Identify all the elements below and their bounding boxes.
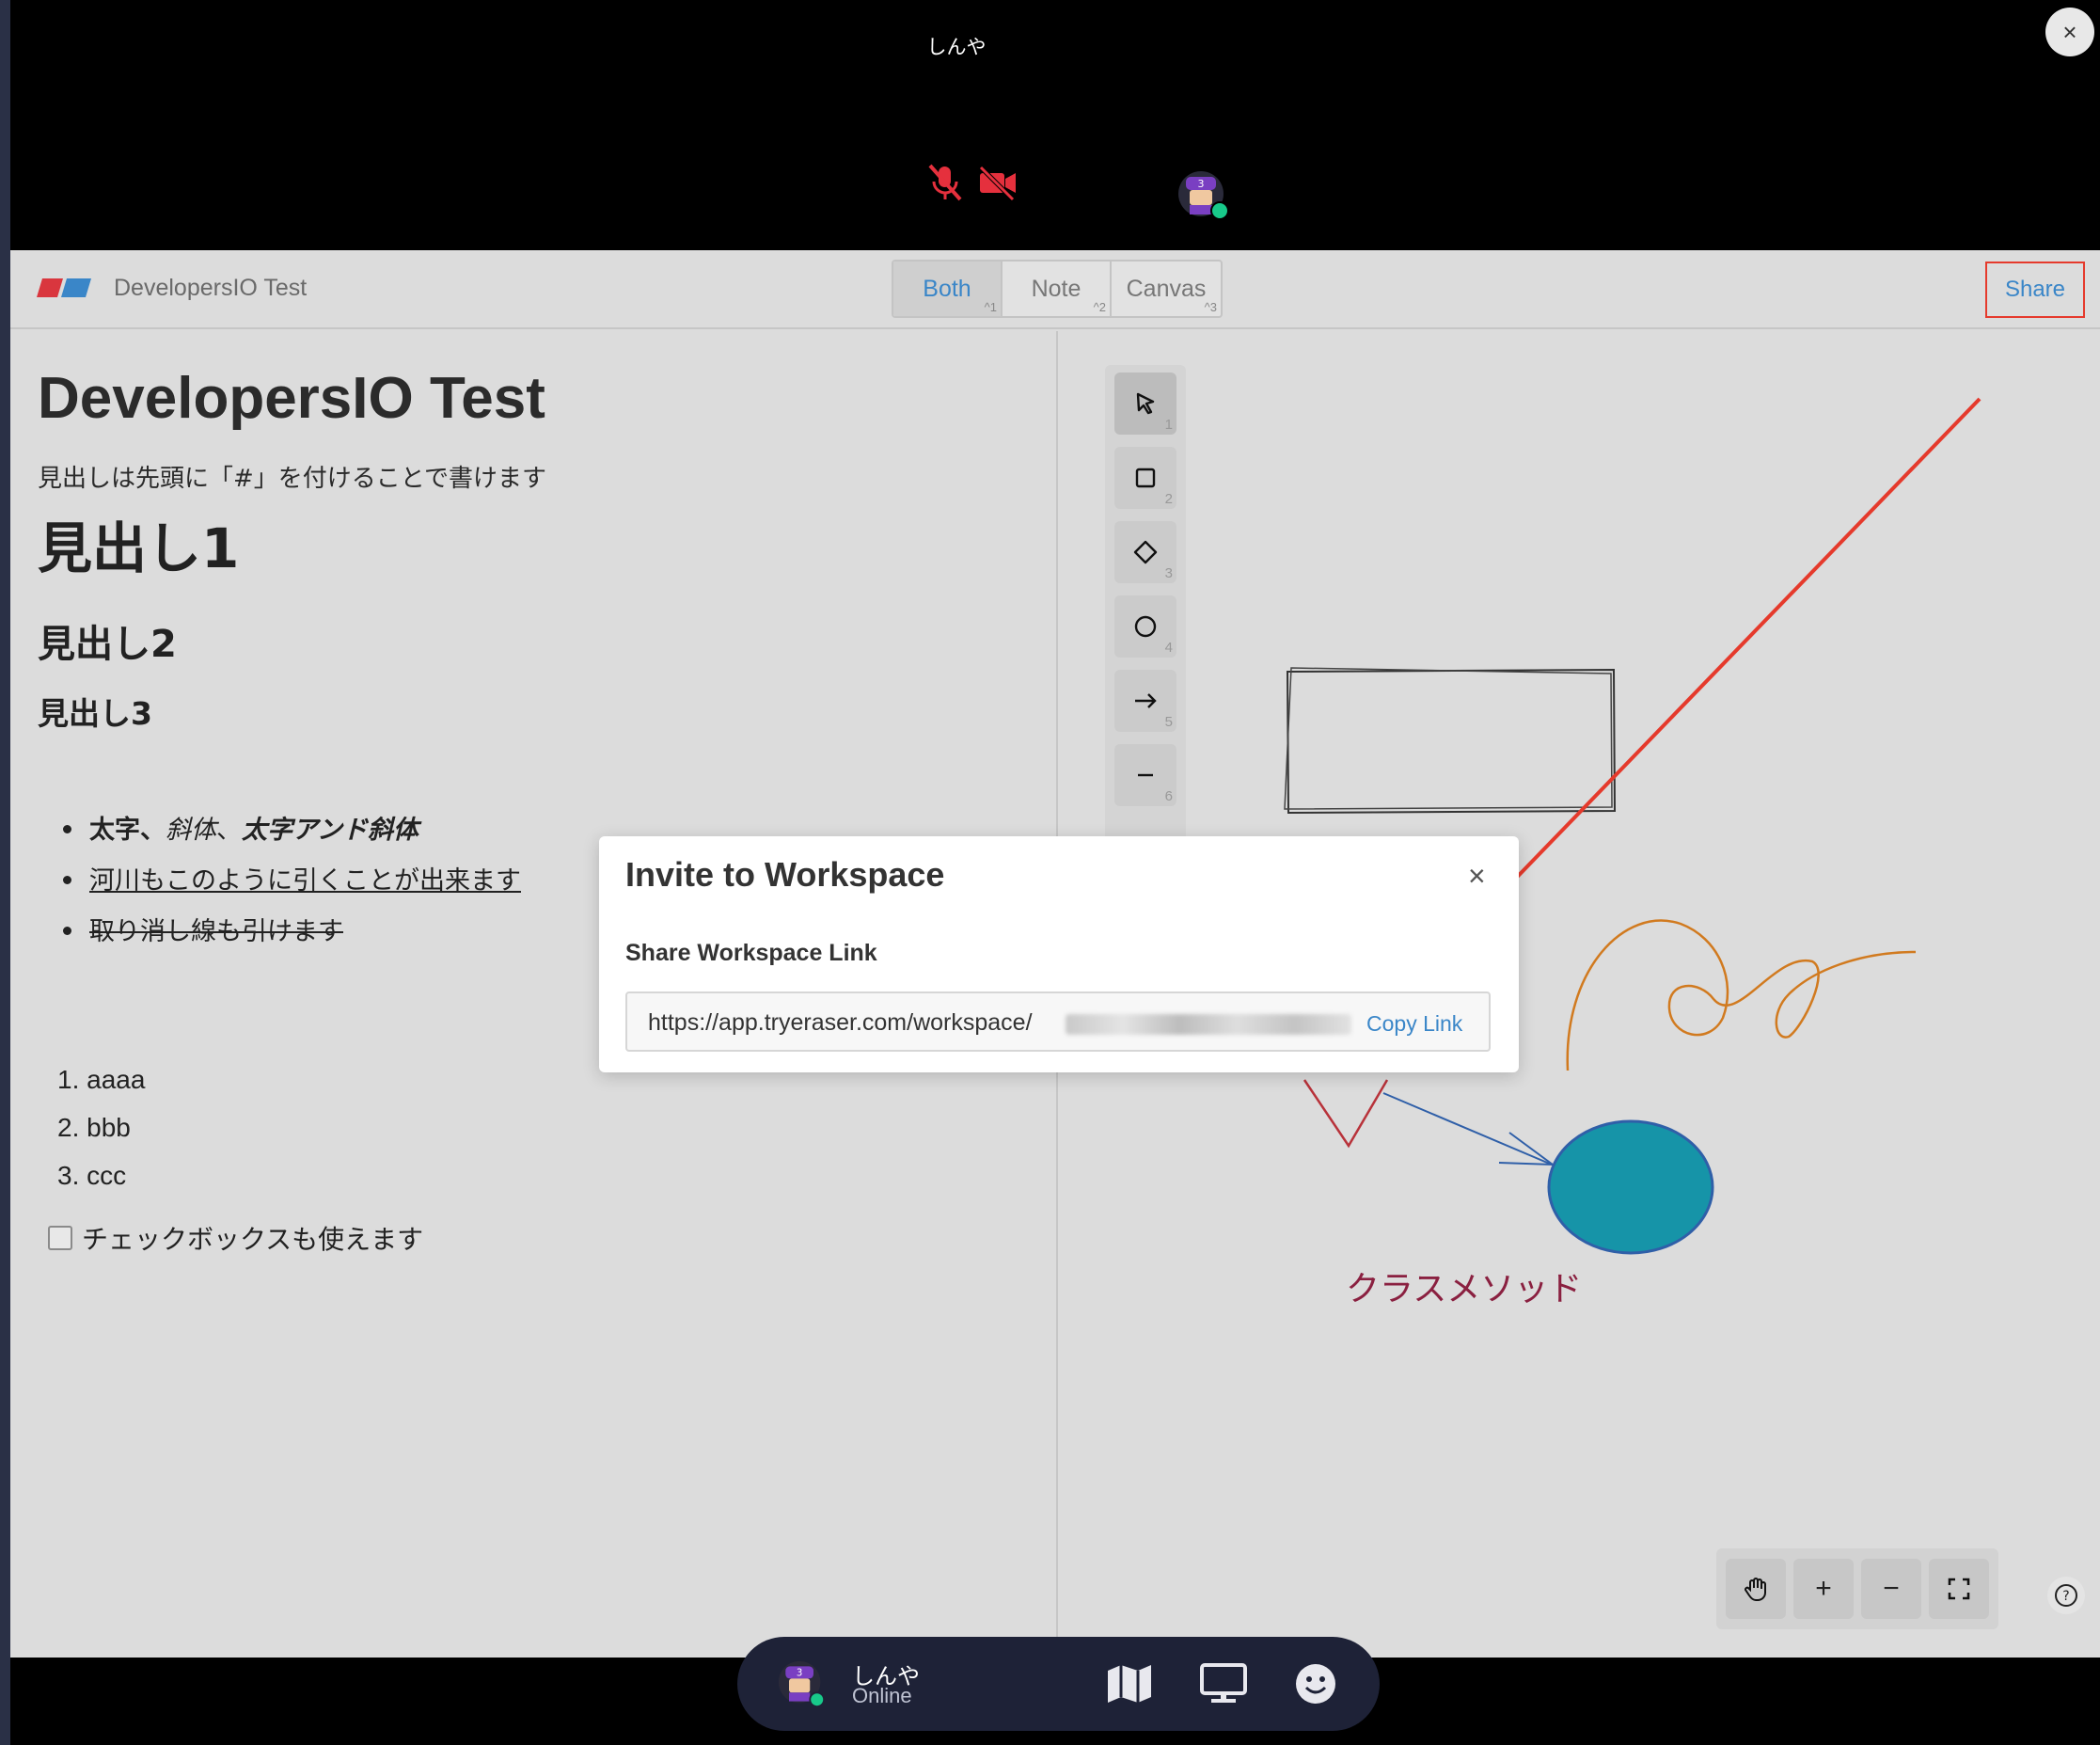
share-link-label: Share Workspace Link [625,940,877,966]
participant-avatar[interactable]: 3 [1176,169,1229,222]
red-v-shape [1303,1079,1389,1149]
svg-text:?: ? [2062,1589,2069,1604]
tab-both-label: Both [923,275,971,302]
tool-shortcut: 1 [1164,417,1173,433]
screen-share-icon[interactable] [1198,1661,1249,1706]
workspace-link-text: https://app.tryeraser.com/workspace/ [648,1009,1033,1036]
tab-note-label: Note [1031,275,1082,302]
tool-ellipse[interactable]: 4 [1114,595,1176,658]
checklist-item: チェックボックスも使えます [48,1219,423,1257]
tab-note[interactable]: Note ^2 [1003,262,1112,316]
tool-shortcut: 6 [1164,788,1173,804]
svg-text:3: 3 [797,1669,803,1679]
tool-rectangle[interactable]: 2 [1114,447,1176,509]
help-button[interactable]: ? [2047,1577,2085,1614]
list-item: 河川もこのように引くことが出来ます [59,852,521,903]
eraser-logo [37,278,91,297]
redacted-link-id [1066,1014,1351,1035]
underline-text: 河川もこのように引くことが出来ます [89,865,521,896]
tool-diamond[interactable]: 3 [1114,521,1176,583]
list-item: 2. bbb [57,1112,131,1142]
document-title: DevelopersIO Test [114,275,308,301]
arrow-icon [1135,693,1157,708]
rectangle-icon [1135,468,1156,488]
window-edge [0,0,10,1745]
fit-screen-button[interactable] [1929,1559,1989,1619]
close-video-button[interactable]: × [2045,8,2094,56]
modal-close-button[interactable]: × [1468,859,1486,894]
invite-modal: Invite to Workspace × Share Workspace Li… [599,836,1519,1072]
sketch-rectangle [1286,668,1617,815]
pan-button[interactable] [1726,1559,1786,1619]
diamond-icon [1133,540,1158,564]
pointer-icon [1136,392,1155,415]
ordered-list: 1. aaaa 2. bbb 3. ccc [57,1055,145,1199]
zoom-controls: + − [1716,1548,1998,1629]
modal-title: Invite to Workspace [625,855,945,894]
teal-ellipse [1547,1119,1714,1255]
tool-shortcut: 2 [1164,491,1173,507]
tab-canvas-shortcut: ^3 [1204,300,1217,314]
svg-text:3: 3 [1198,178,1205,190]
help-icon: ? [2055,1584,2077,1607]
list-item: 3. ccc [57,1160,127,1190]
view-mode-switch: Both ^1 Note ^2 Canvas ^3 [892,260,1223,318]
list-item: 1. aaaa [57,1064,146,1094]
workspace-link-field[interactable]: https://app.tryeraser.com/workspace/ Cop… [625,991,1491,1052]
sketch-rectangle-outline [1284,667,1613,810]
video-area: しんや × 3 [10,0,2100,250]
user-status: Online [852,1684,912,1707]
bold-italic-text: 太字アンド斜体 [242,815,418,845]
user-dock: 3 しんや Online [737,1637,1380,1731]
tab-both[interactable]: Both ^1 [893,262,1003,316]
blue-arrowhead [1498,1132,1556,1166]
zoom-out-button[interactable]: − [1861,1559,1921,1619]
orange-scribble [1566,919,1917,1071]
tool-select[interactable]: 1 [1114,373,1176,435]
note-intro: 見出しは先頭に「#」を付けることで書けます [38,465,547,493]
list-item: 取り消し線も引けます [59,903,521,954]
heading-3: 見出し3 [38,695,152,732]
bold-text: 太字 [89,815,140,845]
expand-icon [1948,1578,1970,1600]
user-avatar[interactable]: 3 [777,1659,826,1708]
blue-arrow [1382,1092,1553,1166]
camera-off-icon[interactable] [977,162,1018,203]
share-button[interactable]: Share [1985,262,2085,318]
tool-line[interactable]: 6 [1114,744,1176,806]
zoom-in-button[interactable]: + [1793,1559,1854,1619]
tool-arrow[interactable]: 5 [1114,670,1176,732]
italic-text: 斜体 [166,815,216,845]
tab-canvas[interactable]: Canvas ^3 [1112,262,1221,316]
list-item: 太字、斜体、太字アンド斜体 [59,801,521,852]
separator-text: 、 [140,815,166,845]
canvas-toolbar: 1 2 3 4 5 6 [1105,365,1186,873]
heading-2: 見出し2 [38,623,177,666]
participant-name: しんや [926,36,987,58]
tab-both-shortcut: ^1 [984,300,997,314]
app-header: DevelopersIO Test Both ^1 Note ^2 Canvas… [10,250,2100,329]
tab-note-shortcut: ^2 [1093,300,1106,314]
tab-canvas-label: Canvas [1126,275,1207,302]
ellipse-icon [1134,615,1157,638]
checkbox[interactable] [48,1226,72,1250]
mic-muted-icon[interactable] [924,162,966,203]
separator-text: 、 [216,815,242,845]
map-icon[interactable] [1104,1661,1155,1706]
bullet-list: 太字、斜体、太字アンド斜体 河川もこのように引くことが出来ます 取り消し線も引け… [59,801,521,954]
hand-icon [1745,1578,1766,1601]
canvas-text-label: クラスメソッド [1346,1270,1582,1309]
line-icon [1138,773,1153,777]
strikethrough-text: 取り消し線も引けます [89,916,343,946]
emoji-icon[interactable] [1290,1661,1341,1706]
checkbox-label: チェックボックスも使えます [82,1224,424,1255]
tool-shortcut: 4 [1164,640,1173,656]
tool-shortcut: 3 [1164,565,1173,581]
tool-shortcut: 5 [1164,714,1173,730]
copy-link-button[interactable]: Copy Link [1366,1011,1462,1037]
heading-1: 見出し1 [38,516,240,580]
note-title: DevelopersIO Test [38,366,545,431]
